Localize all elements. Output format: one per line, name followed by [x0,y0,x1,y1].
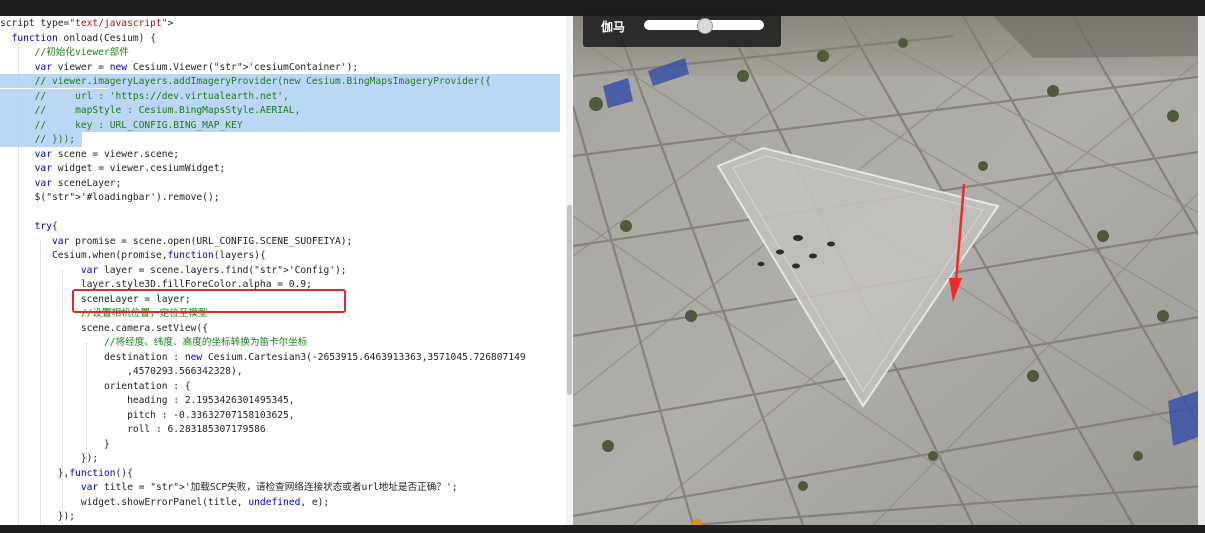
gamma-label: 伽马 [601,20,626,34]
code-line[interactable]: // viewer.imageryLayers.addImageryProvid… [0,75,491,90]
code-line[interactable]: widget.showErrorPanel(title, undefined, … [0,496,329,511]
code-line[interactable]: Cesium.when(promise,function(layers){ [0,249,266,264]
code-line[interactable]: var viewer = new Cesium.Viewer("str">'ce… [0,61,358,76]
code-line[interactable]: // mapStyle : Cesium.BingMapsStyle.AERIA… [0,104,301,119]
code-line[interactable]: //初始化viewer部件 [0,46,129,61]
red-arrow-annotation [949,183,966,302]
bottom-bar [0,525,1205,533]
editor-scrollbar-thumb[interactable] [567,205,572,395]
code-line[interactable]: var promise = scene.open(URL_CONFIG.SCEN… [0,235,352,250]
code-line[interactable]: ,4570293.566342328), [0,365,243,380]
code-line[interactable]: //将经度、纬度、高度的坐标转换为笛卡尔坐标 [0,336,307,351]
code-line[interactable]: destination : new Cesium.Cartesian3(-265… [0,351,526,366]
code-line[interactable]: scene.camera.setView({ [0,322,208,337]
code-line[interactable]: // key : URL_CONFIG.BING_MAP_KEY [0,119,243,134]
code-line[interactable]: // url : 'https://dev.virtualearth.net', [0,90,289,105]
code-line[interactable]: var title = "str">'加载SCP失败，请检查网络连接状态或者ur… [0,481,458,496]
gamma-slider-thumb[interactable] [697,18,713,34]
code-line[interactable]: script type="text/javascript"> [0,17,173,32]
code-line[interactable]: // })); [0,133,75,148]
code-line[interactable]: $("str">'#loadingbar').remove(); [0,191,220,206]
code-line[interactable]: } [0,438,110,453]
code-line[interactable]: },function(){ [0,467,133,482]
code-line[interactable]: var layer = scene.layers.find("str">'Con… [0,264,347,279]
cesium-3d-viewer[interactable] [573,16,1205,525]
code-line[interactable]: heading : 2.1953426301495345, [0,394,295,409]
code-line[interactable]: var scene = viewer.scene; [0,148,179,163]
right-edge-strip [1198,16,1205,525]
code-line[interactable]: try{ [0,220,58,235]
code-line[interactable]: }); [0,452,98,467]
code-line[interactable]: function onload(Cesium) { [0,32,156,47]
code-editor[interactable]: script type="text/javascript"> function … [0,16,573,525]
code-line[interactable]: roll : 6.283185307179586 [0,423,266,438]
code-line[interactable]: var sceneLayer; [0,177,122,192]
code-line[interactable]: pitch : -0.33632707158103625, [0,409,295,424]
code-line[interactable]: var widget = viewer.cesiumWidget; [0,162,226,177]
code-line[interactable]: }); [0,510,75,525]
red-highlight-box [72,289,346,313]
code-line[interactable]: orientation : { [0,380,191,395]
